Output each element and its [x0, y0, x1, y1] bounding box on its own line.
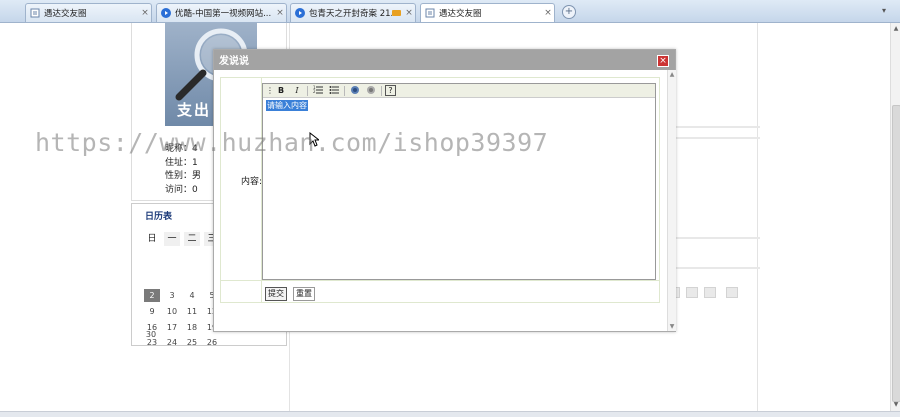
close-icon[interactable]: ×: [403, 8, 415, 18]
tab-3[interactable]: 包青天之开封奇案 21... ×: [290, 3, 416, 22]
submit-button[interactable]: 提交: [265, 287, 287, 301]
weekday-header: 日: [147, 234, 157, 244]
video-icon: [295, 8, 305, 18]
rich-text-editor[interactable]: ⋮ B I 12 ? 请输入内容: [262, 83, 656, 280]
tab-1[interactable]: 遇达交友圈 ×: [25, 3, 152, 22]
dialog-scrollbar[interactable]: ▲ ▼: [667, 70, 676, 331]
editor-handle-icon: ⋮: [266, 86, 274, 95]
calendar-title: 日历表: [145, 212, 173, 222]
unordered-list-icon[interactable]: [327, 84, 341, 97]
content-label: 内容:: [240, 177, 262, 187]
new-tab-button[interactable]: +: [562, 5, 576, 19]
background-icon: [704, 287, 716, 298]
calendar-day[interactable]: 26: [204, 336, 220, 349]
toolbar-separator: [381, 85, 382, 96]
scroll-down-icon[interactable]: ▼: [668, 323, 676, 330]
toolbar-separator: [307, 85, 308, 96]
calendar-day[interactable]: 9: [144, 305, 160, 318]
tab-title: 优酷-中国第一视频网站...: [175, 9, 272, 19]
photo-caption: 支出: [177, 101, 212, 119]
tab-title: 遇达交友圈: [44, 9, 87, 19]
calendar-day[interactable]: 17: [164, 321, 180, 334]
close-icon[interactable]: ×: [542, 8, 554, 18]
calendar-day[interactable]: 30: [143, 328, 159, 341]
dialog-titlebar[interactable]: 发说说 ×: [214, 50, 675, 70]
post-form: 内容: ⋮ B I 12 ? 请输入内容 提交 重置: [220, 77, 660, 303]
editor-content-area[interactable]: 请输入内容: [263, 98, 655, 279]
dialog-title: 发说说: [219, 56, 249, 67]
svg-text:2: 2: [313, 89, 316, 94]
weekday-header: 二: [184, 232, 200, 246]
editor-placeholder-text: 请输入内容: [266, 100, 308, 111]
link-icon[interactable]: [348, 84, 362, 97]
scroll-up-icon[interactable]: ▲: [892, 25, 900, 33]
help-icon[interactable]: ?: [385, 85, 396, 96]
editor-toolbar: ⋮ B I 12 ?: [263, 84, 655, 98]
calendar-day[interactable]: 18: [184, 321, 200, 334]
close-icon[interactable]: ×: [274, 8, 286, 18]
calendar-day[interactable]: 4: [184, 289, 200, 302]
close-icon[interactable]: ×: [139, 8, 151, 18]
tab-list-dropdown-icon[interactable]: ▾: [882, 6, 886, 15]
reset-button[interactable]: 重置: [293, 287, 315, 301]
form-divider: [221, 280, 659, 281]
post-dialog: 发说说 × ▲ ▼ 内容: ⋮ B I 12 ? 请输入内容 提交 重置: [213, 49, 676, 332]
bold-button[interactable]: B: [274, 84, 288, 97]
page-icon: [425, 8, 435, 18]
status-bar: [0, 411, 900, 417]
scroll-down-icon[interactable]: ▼: [892, 401, 900, 409]
tab-4[interactable]: 遇达交友圈 ×: [420, 3, 555, 22]
italic-button[interactable]: I: [290, 84, 304, 97]
scroll-thumb[interactable]: [892, 105, 900, 402]
scroll-up-icon[interactable]: ▲: [668, 71, 676, 78]
tab-title: 包青天之开封奇案 21...: [309, 9, 392, 19]
close-icon[interactable]: ×: [657, 55, 669, 67]
video-icon: [161, 8, 171, 18]
info-gender: 性别：男: [165, 171, 202, 181]
background-icon: [726, 287, 738, 298]
calendar-day[interactable]: 10: [164, 305, 180, 318]
watermark-text: https://www.huzhan.com/ishop39397: [35, 128, 549, 157]
calendar-day[interactable]: 25: [184, 336, 200, 349]
calendar-day[interactable]: 11: [184, 305, 200, 318]
unlink-icon[interactable]: [364, 84, 378, 97]
toolbar-separator: [344, 85, 345, 96]
calendar-day[interactable]: 3: [164, 289, 180, 302]
column-divider: [757, 23, 758, 411]
page-scrollbar[interactable]: ▲ ▼: [890, 23, 900, 411]
tab-title: 遇达交友圈: [439, 9, 482, 19]
background-icon: [686, 287, 698, 298]
tab-2[interactable]: 优酷-中国第一视频网站... ×: [156, 3, 287, 22]
info-visits: 访问：0: [165, 184, 198, 195]
camera-icon: [392, 10, 401, 16]
page-icon: [30, 8, 40, 18]
browser-tab-bar: 遇达交友圈 × 优酷-中国第一视频网站... × 包青天之开封奇案 21... …: [0, 0, 900, 23]
weekday-header: 一: [164, 232, 180, 246]
ordered-list-icon[interactable]: 12: [311, 84, 325, 97]
info-address: 住址：1: [165, 157, 198, 168]
calendar-day[interactable]: 24: [164, 336, 180, 349]
calendar-day-today[interactable]: 2: [144, 289, 160, 302]
